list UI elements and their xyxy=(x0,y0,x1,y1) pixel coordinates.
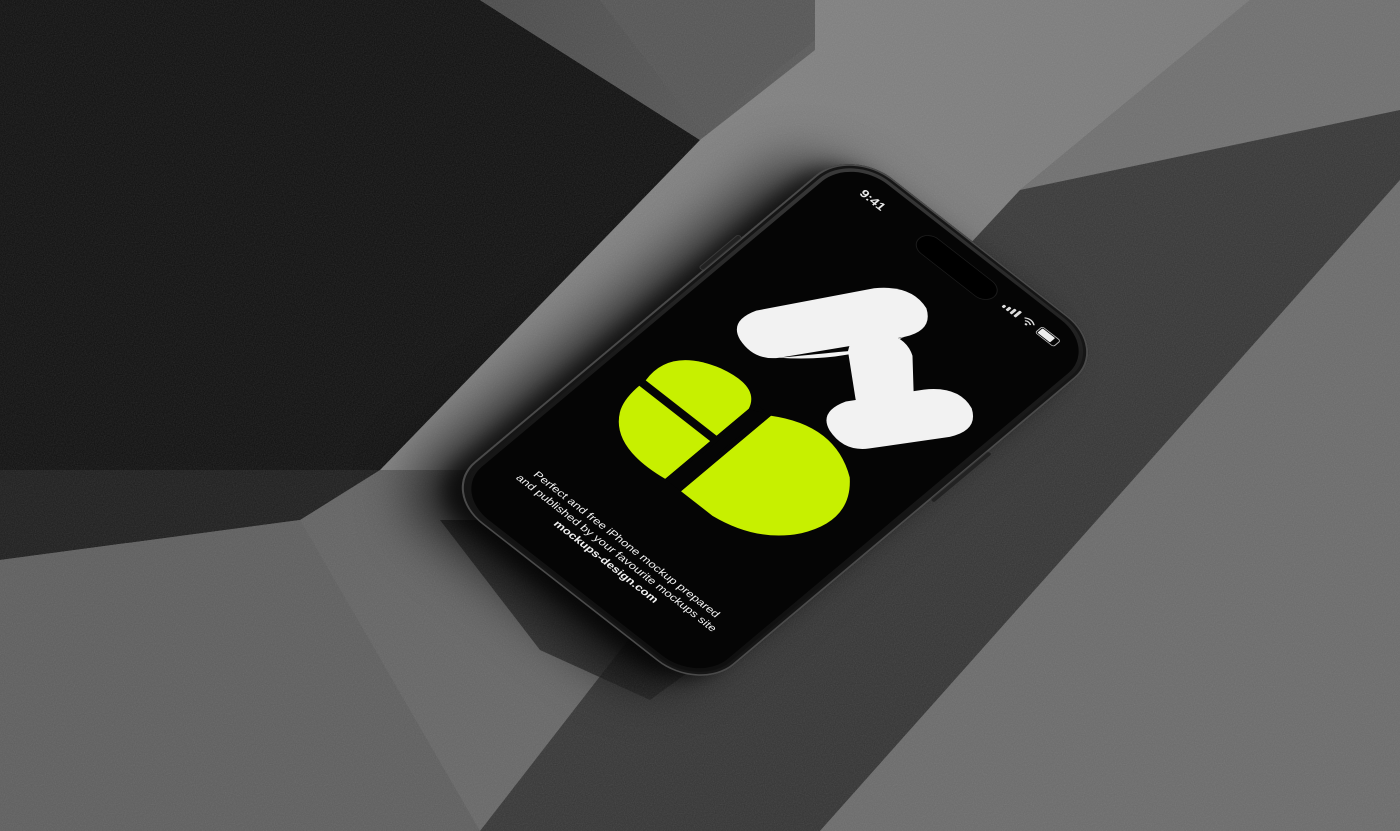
logo-letter-d xyxy=(618,360,850,536)
signal-icon xyxy=(1001,301,1023,318)
wifi-icon xyxy=(1024,317,1035,326)
battery-icon xyxy=(1034,325,1062,348)
mockup-scene: 9:41 Perfect and free iPhone mockup prep… xyxy=(0,0,1400,831)
status-time: 9:41 xyxy=(856,187,890,213)
